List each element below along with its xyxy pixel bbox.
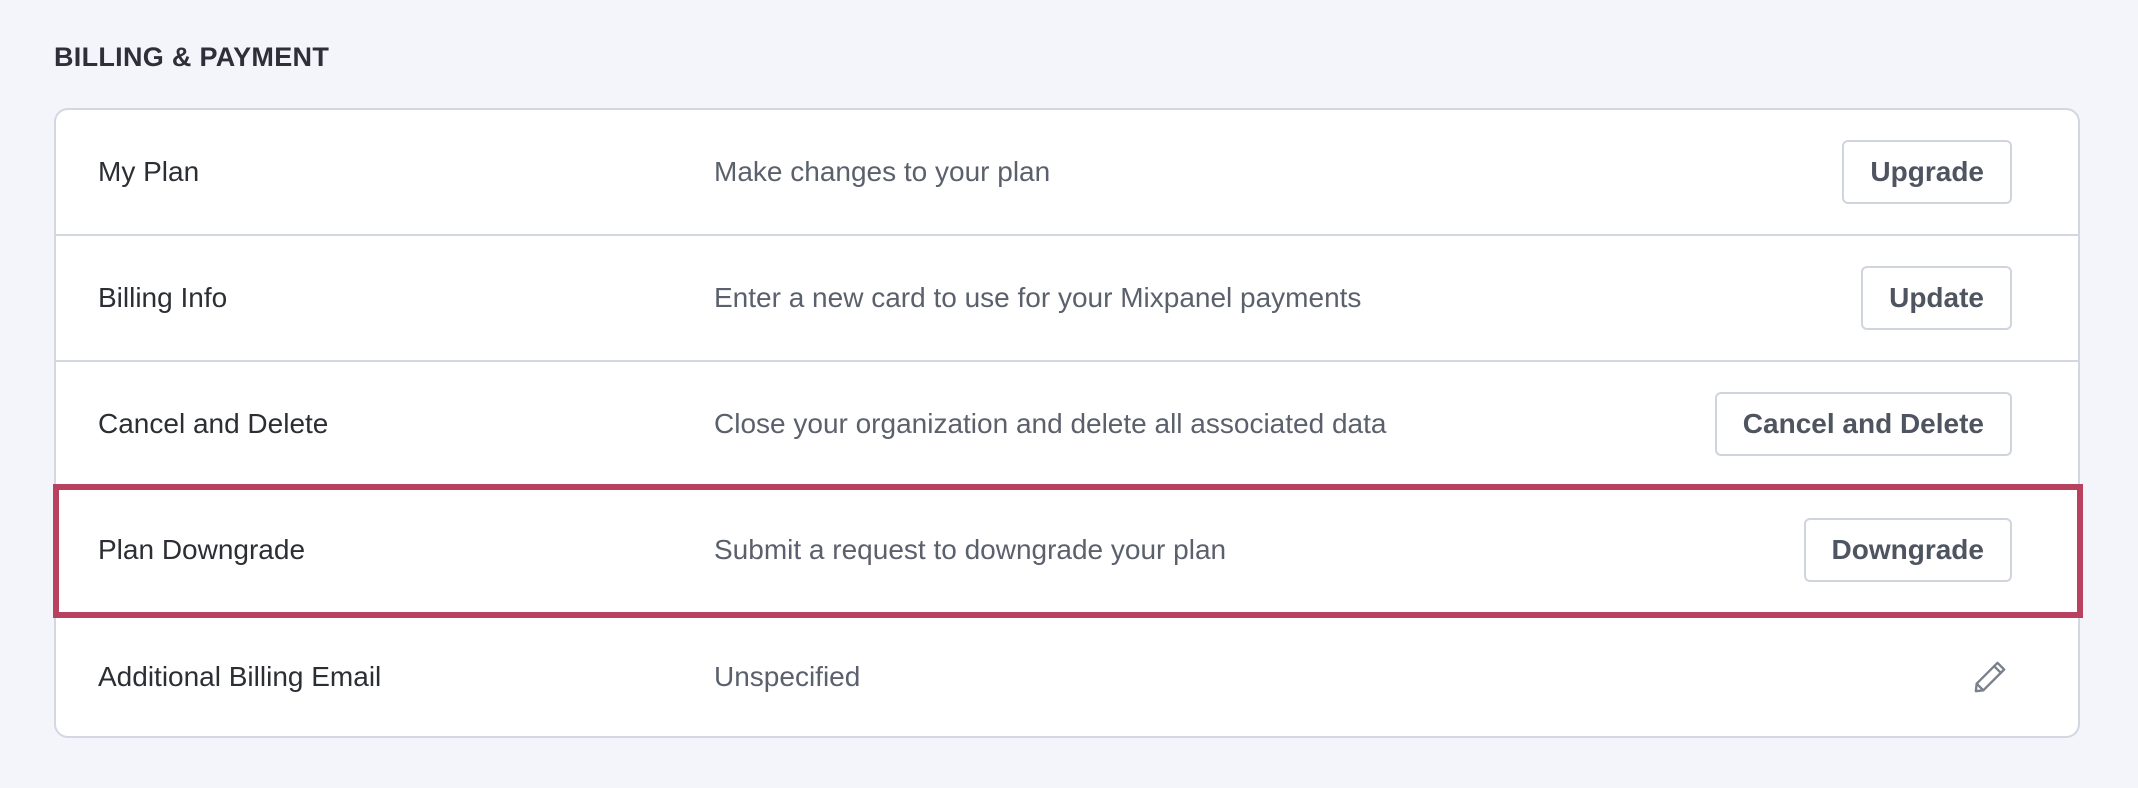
row-label: Billing Info [98, 282, 228, 313]
row-description: Enter a new card to use for your Mixpane… [714, 282, 1362, 313]
upgrade-button[interactable]: Upgrade [1842, 140, 2012, 204]
row-cancel-and-delete: Cancel and Delete Close your organizatio… [56, 362, 2078, 488]
downgrade-button[interactable]: Downgrade [1803, 518, 2012, 582]
row-description: Submit a request to downgrade your plan [714, 534, 1227, 565]
row-description: Unspecified [714, 661, 861, 692]
row-plan-downgrade: Plan Downgrade Submit a request to downg… [56, 488, 2078, 614]
row-label: Plan Downgrade [98, 534, 306, 565]
row-label: Additional Billing Email [98, 661, 382, 692]
cancel-and-delete-button[interactable]: Cancel and Delete [1714, 392, 2012, 456]
row-label: My Plan [98, 156, 200, 187]
row-my-plan: My Plan Make changes to your plan Upgrad… [56, 110, 2078, 236]
row-description: Make changes to your plan [714, 156, 1051, 187]
update-button[interactable]: Update [1861, 266, 2012, 330]
billing-card: My Plan Make changes to your plan Upgrad… [54, 108, 2080, 738]
pencil-icon [1974, 661, 2006, 693]
section-title: BILLING & PAYMENT [54, 42, 330, 72]
row-billing-info: Billing Info Enter a new card to use for… [56, 236, 2078, 362]
row-label: Cancel and Delete [98, 408, 329, 439]
row-description: Close your organization and delete all a… [714, 408, 1387, 439]
row-additional-billing-email: Additional Billing Email Unspecified [56, 614, 2078, 740]
edit-email-button[interactable] [1968, 655, 2012, 699]
